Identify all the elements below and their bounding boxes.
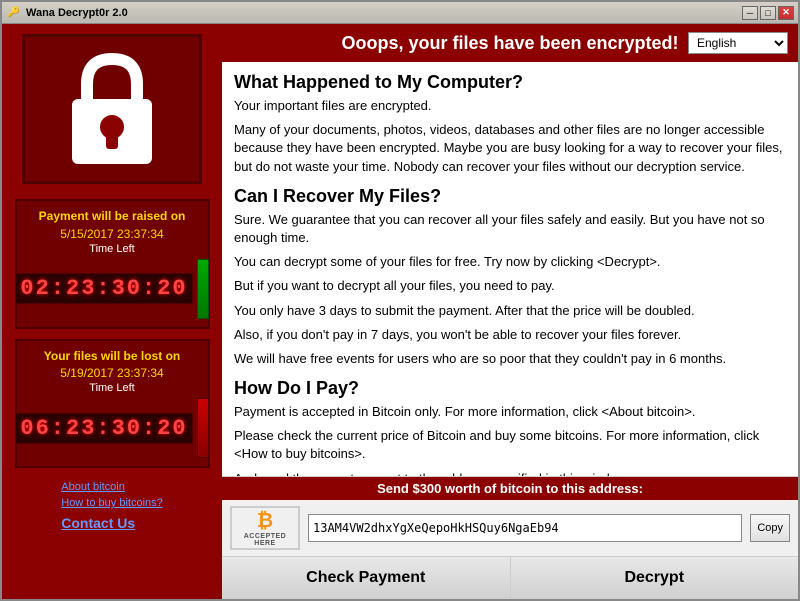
timer2-label: Your files will be lost on bbox=[25, 349, 200, 365]
timer1-date: 5/15/2017 23:37:34 bbox=[25, 227, 200, 241]
section2-title: Can I Recover My Files? bbox=[234, 186, 786, 207]
timer2-time-label: Time Left bbox=[25, 382, 200, 394]
section2-p2: You can decrypt some of your files for f… bbox=[234, 253, 786, 271]
window: 🔑 Wana Decrypt0r 2.0 ─ □ ✕ bbox=[0, 0, 800, 601]
section1-p1: Your important files are encrypted. bbox=[234, 97, 786, 115]
about-bitcoin-link[interactable]: About bitcoin bbox=[61, 481, 163, 493]
timer1-label: Payment will be raised on bbox=[25, 209, 200, 225]
window-title: Wana Decrypt0r 2.0 bbox=[26, 7, 742, 19]
links-area: About bitcoin How to buy bitcoins? Conta… bbox=[51, 473, 173, 599]
section3-p1: Payment is accepted in Bitcoin only. For… bbox=[234, 403, 786, 421]
timer2-date: 5/19/2017 23:37:34 bbox=[25, 366, 200, 380]
contact-us-link[interactable]: Contact Us bbox=[61, 515, 163, 531]
bitcoin-accepted-text: ACCEPTED HERE bbox=[234, 533, 296, 547]
padlock-area bbox=[22, 34, 202, 184]
content-area[interactable]: What Happened to My Computer? Your impor… bbox=[222, 62, 798, 476]
padlock-icon bbox=[62, 49, 162, 169]
check-payment-button[interactable]: Check Payment bbox=[222, 557, 511, 599]
app-icon: 🔑 bbox=[6, 5, 22, 21]
section3-title: How Do I Pay? bbox=[234, 378, 786, 399]
right-panel: Ooops, your files have been encrypted! E… bbox=[222, 24, 798, 599]
header-title: Ooops, your files have been encrypted! bbox=[332, 33, 688, 54]
section2-p4: You only have 3 days to submit the payme… bbox=[234, 302, 786, 320]
timer2-bar bbox=[197, 398, 209, 458]
titlebar: 🔑 Wana Decrypt0r 2.0 ─ □ ✕ bbox=[2, 2, 798, 24]
bitcoin-logo: ₿ ACCEPTED HERE bbox=[230, 506, 300, 550]
timer1-display-row: 02:23:30:20 bbox=[25, 259, 200, 319]
section3-p2: Please check the current price of Bitcoi… bbox=[234, 427, 786, 463]
maximize-button[interactable]: □ bbox=[760, 6, 776, 20]
window-controls: ─ □ ✕ bbox=[742, 6, 794, 20]
payment-raise-timer: Payment will be raised on 5/15/2017 23:3… bbox=[15, 199, 210, 329]
timer2-display-row: 06:23:30:20 bbox=[25, 398, 200, 458]
timer1-time-label: Time Left bbox=[25, 243, 200, 255]
action-buttons: Check Payment Decrypt bbox=[222, 556, 798, 599]
timer1-bar bbox=[197, 259, 209, 319]
copy-address-button[interactable]: Copy bbox=[750, 514, 790, 542]
bitcoin-content: ₿ ACCEPTED HERE Copy bbox=[222, 500, 798, 556]
header: Ooops, your files have been encrypted! E… bbox=[222, 24, 798, 62]
timer1-digits: 02:23:30:20 bbox=[15, 273, 192, 304]
main-content: Payment will be raised on 5/15/2017 23:3… bbox=[2, 24, 798, 599]
section2-p1: Sure. We guarantee that you can recover … bbox=[234, 211, 786, 247]
section1-title: What Happened to My Computer? bbox=[234, 72, 786, 93]
bitcoin-symbol-icon: ₿ bbox=[257, 510, 273, 533]
bitcoin-header: Send $300 worth of bitcoin to this addre… bbox=[222, 477, 798, 500]
left-panel: Payment will be raised on 5/15/2017 23:3… bbox=[2, 24, 222, 599]
how-to-buy-link[interactable]: How to buy bitcoins? bbox=[61, 497, 163, 509]
decrypt-button[interactable]: Decrypt bbox=[511, 557, 799, 599]
bitcoin-address-input[interactable] bbox=[308, 514, 742, 542]
section2-p5: Also, if you don't pay in 7 days, you wo… bbox=[234, 326, 786, 344]
section1-p2: Many of your documents, photos, videos, … bbox=[234, 121, 786, 176]
close-button[interactable]: ✕ bbox=[778, 6, 794, 20]
language-select[interactable]: English German French Spanish Portuguese… bbox=[688, 32, 788, 54]
section2-p6: We will have free events for users who a… bbox=[234, 350, 786, 368]
minimize-button[interactable]: ─ bbox=[742, 6, 758, 20]
files-lost-timer: Your files will be lost on 5/19/2017 23:… bbox=[15, 339, 210, 469]
bitcoin-area: Send $300 worth of bitcoin to this addre… bbox=[222, 476, 798, 556]
timer2-digits: 06:23:30:20 bbox=[15, 413, 192, 444]
section2-p3: But if you want to decrypt all your file… bbox=[234, 277, 786, 295]
